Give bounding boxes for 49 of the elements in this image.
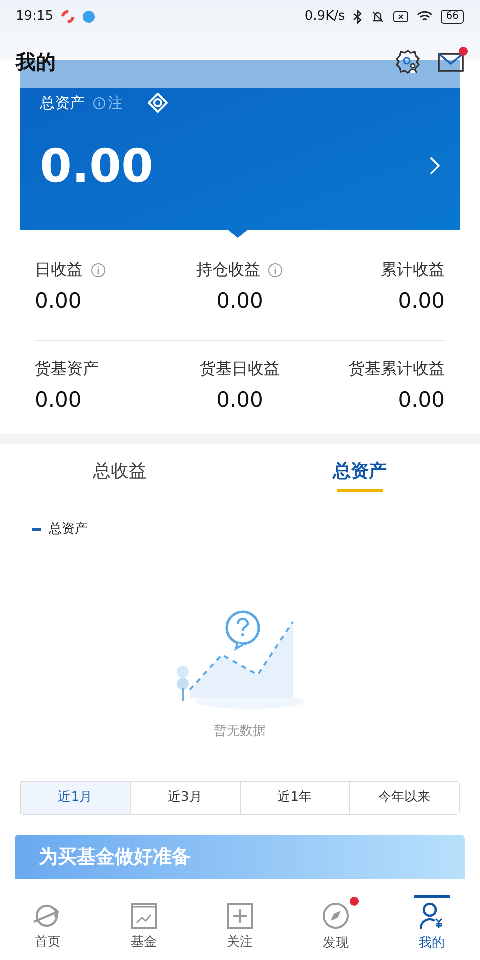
tab[interactable]: 总资产: [333, 458, 387, 492]
stat-value: 0.00: [216, 288, 264, 315]
stat-value: 0.00: [398, 386, 445, 414]
sim-icon: [393, 11, 410, 23]
chat-notification-icon: [83, 11, 96, 23]
info-icon[interactable]: [93, 96, 106, 110]
banner-title: 为买基金做好准备: [39, 844, 191, 870]
battery-indicator: 66: [441, 10, 464, 24]
tab[interactable]: 总收益: [93, 458, 147, 492]
stat-value: 0.00: [35, 386, 82, 414]
settings-icon[interactable]: [394, 48, 422, 76]
compass-icon: [322, 902, 350, 930]
total-assets-value: 0.00: [40, 142, 154, 188]
info-icon[interactable]: [268, 262, 284, 278]
stat-value: 0.00: [398, 288, 445, 315]
stat-label: 累计收益: [381, 259, 445, 281]
muted-bell-icon: [371, 10, 386, 24]
plus-square-icon: [227, 902, 253, 929]
pointer-icon: [228, 230, 248, 238]
stat-label: 货基累计收益: [349, 358, 445, 380]
stat-value: 0.00: [216, 386, 264, 414]
stat-value: 0.00: [35, 288, 82, 315]
wifi-icon: [417, 11, 434, 23]
network-speed: 0.9K/s: [304, 8, 346, 26]
bluetooth-icon: [353, 10, 364, 24]
stat-label: 日收益: [35, 259, 83, 281]
legend-label: 总资产: [49, 521, 88, 539]
nav-tab[interactable]: 首页: [0, 895, 96, 960]
question-bubble-icon: [226, 610, 260, 651]
chart-frame-icon: [131, 902, 157, 929]
info-icon[interactable]: [91, 262, 106, 278]
mail-icon[interactable]: [438, 51, 464, 73]
total-assets-label: 总资产: [40, 93, 85, 114]
stat-label: 持仓收益: [196, 259, 260, 281]
nav-tab[interactable]: 发现: [288, 895, 384, 960]
stat-label: 货基资产: [35, 358, 99, 380]
empty-message: 暂无数据: [214, 722, 266, 740]
tree-icon: [177, 666, 189, 700]
status-time: 19:15: [16, 8, 54, 26]
nav-tab[interactable]: 基金: [96, 895, 192, 960]
range-tab[interactable]: 今年以来: [349, 782, 459, 814]
legend-marker: [32, 528, 41, 532]
nav-tab[interactable]: 我的: [384, 895, 480, 960]
range-tab[interactable]: 近1月: [21, 782, 130, 814]
stat-label: 货基日收益: [200, 358, 280, 380]
nav-tab[interactable]: 关注: [192, 895, 288, 960]
user-yuan-icon: [419, 902, 445, 930]
chevron-right-icon[interactable]: [430, 156, 440, 174]
eye-icon[interactable]: [147, 92, 169, 114]
